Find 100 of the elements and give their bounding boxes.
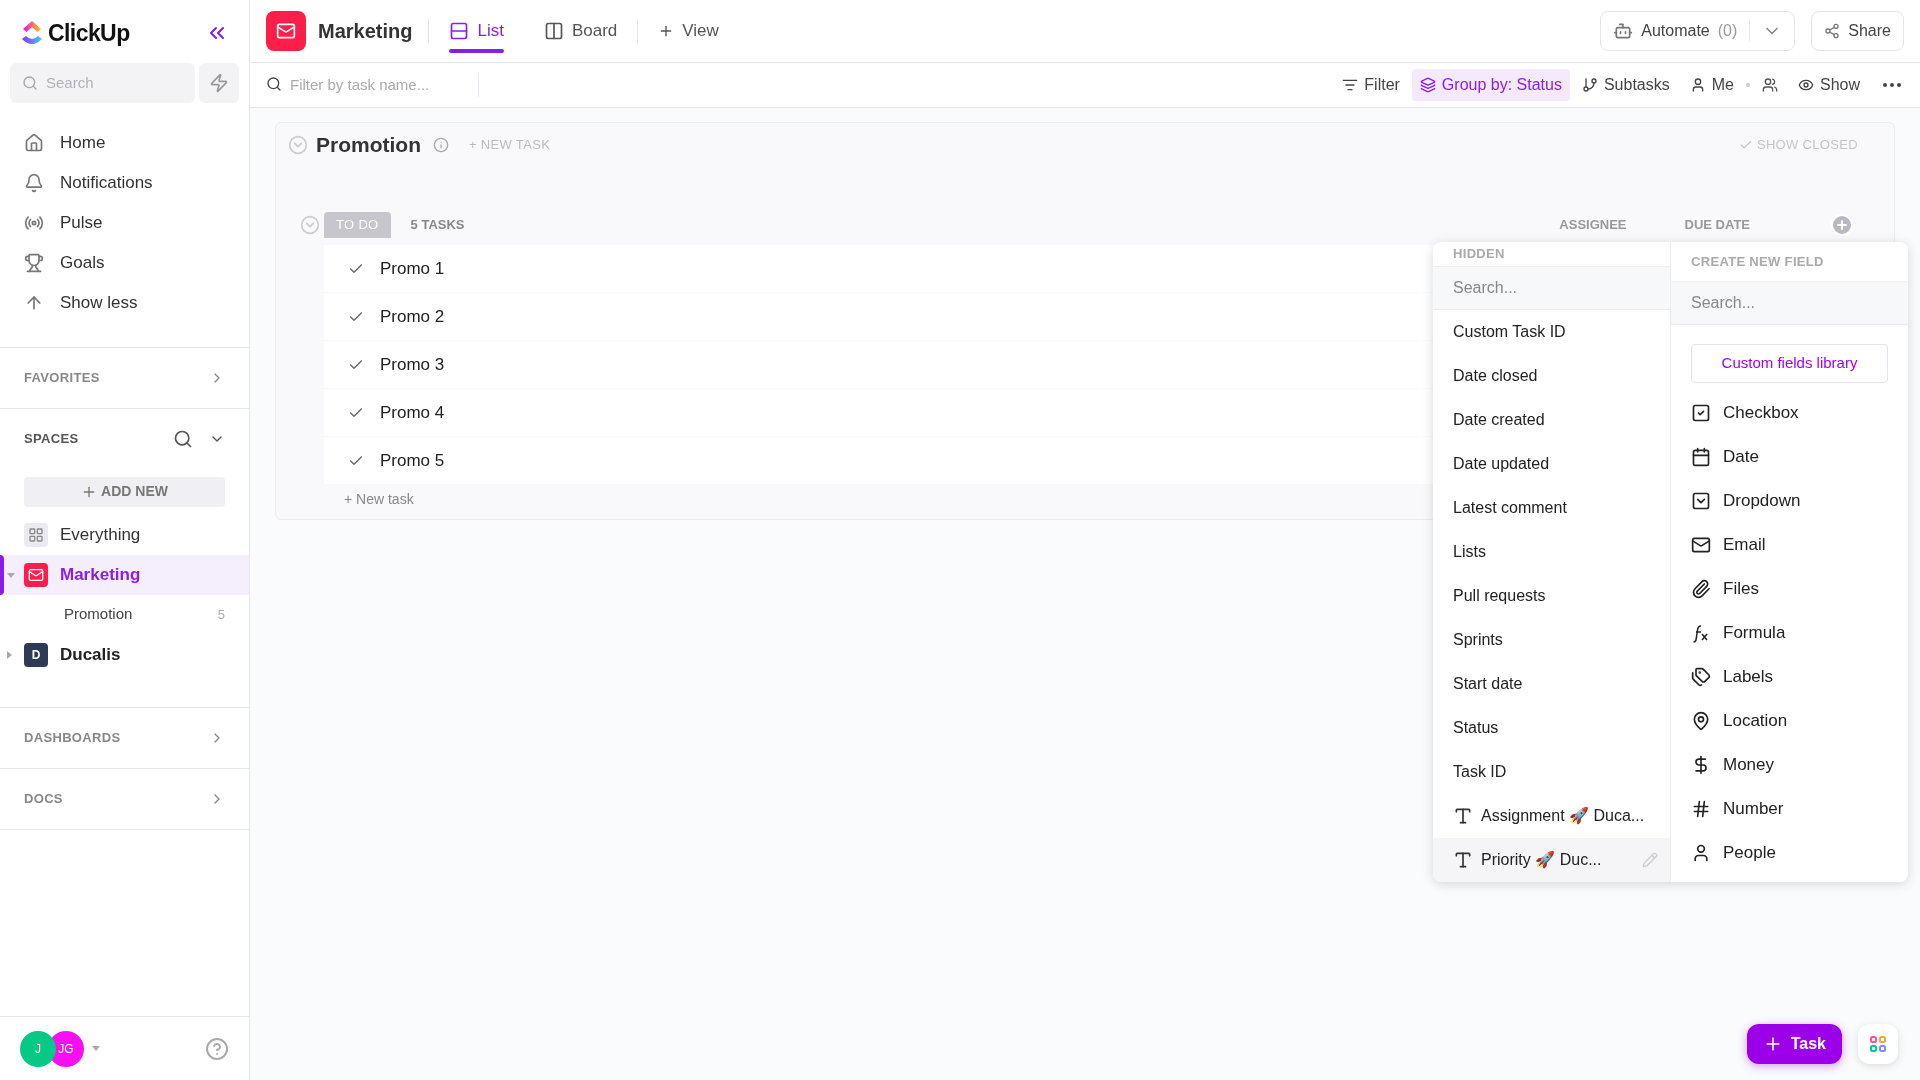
nav-item[interactable]: Goals	[24, 242, 225, 283]
search-field[interactable]: Search...	[1671, 282, 1908, 325]
library-button[interactable]: Custom fields library	[1691, 344, 1888, 383]
column-heading: HIDDEN	[1453, 245, 1505, 264]
field-type-item[interactable]: Files	[1671, 567, 1908, 611]
column-header: DUE DATE	[1684, 216, 1750, 235]
home-icon	[24, 132, 44, 153]
space-avatar: D	[24, 642, 48, 667]
toolbar-button[interactable]: Group by: Status	[1411, 69, 1570, 101]
search-field[interactable]: Search...	[1433, 267, 1670, 310]
share-button[interactable]: Share	[1811, 11, 1904, 51]
add-task-button[interactable]: Task	[1746, 1024, 1842, 1064]
envelope-icon	[24, 562, 48, 587]
field-item[interactable]: Pull requests	[1433, 574, 1670, 618]
task-count: 5 TASKS	[410, 216, 465, 235]
automate-count: (0)	[1717, 21, 1738, 41]
search-icon	[22, 74, 38, 91]
view-tab[interactable]: List	[429, 0, 524, 63]
space-name: Ducalis	[60, 643, 121, 666]
nav-item[interactable]: Pulse	[24, 202, 225, 243]
help-icon[interactable]	[205, 1036, 229, 1061]
field-item[interactable]: Latest comment	[1433, 486, 1670, 530]
add-new-button[interactable]: ADD NEW	[24, 476, 225, 507]
view-tab[interactable]: Board	[523, 0, 638, 63]
field-item[interactable]: Priority 🚀 Duc...	[1433, 838, 1670, 882]
task-name: Promo 1	[380, 257, 445, 280]
field-type-item[interactable]: Labels	[1671, 655, 1908, 699]
field-type-item[interactable]: People	[1671, 831, 1908, 875]
nav-item[interactable]: Home	[24, 122, 225, 163]
eye-icon	[1797, 77, 1814, 93]
search-icon[interactable]	[173, 428, 193, 449]
space-name: Everything	[60, 523, 141, 546]
field-item[interactable]: Lists	[1433, 530, 1670, 574]
bell-icon	[24, 172, 44, 193]
section-heading: DASHBOARDS	[24, 728, 121, 747]
tags-icon	[1691, 667, 1711, 687]
field-item[interactable]: Start date	[1433, 662, 1670, 706]
toolbar-button[interactable]: Me	[1681, 69, 1742, 101]
layers-icon	[1419, 77, 1436, 93]
search-field[interactable]: Search	[10, 62, 195, 103]
trophy-icon	[24, 252, 44, 273]
field-type-item[interactable]: Location	[1671, 699, 1908, 743]
list-item[interactable]: Promotion 5	[0, 594, 249, 635]
field-item[interactable]: Status	[1433, 706, 1670, 750]
robot-icon	[1613, 21, 1634, 41]
space-item[interactable]: Everything	[0, 514, 249, 555]
space-item[interactable]: Marketing	[0, 554, 249, 595]
field-type-item[interactable]: Formula	[1671, 611, 1908, 655]
apps-button[interactable]	[1858, 1024, 1898, 1064]
share-icon	[1824, 23, 1841, 39]
branch-icon	[1581, 77, 1598, 93]
add-column-icon[interactable]	[1830, 213, 1854, 237]
envelope-icon	[266, 11, 306, 51]
list-title: Promotion	[316, 132, 421, 159]
check-icon	[1738, 138, 1753, 152]
people-icon[interactable]	[1761, 77, 1778, 93]
apps-icon	[1870, 1036, 1886, 1052]
task-name: Promo 3	[380, 353, 445, 376]
caret-right-icon[interactable]	[7, 650, 12, 659]
field-type-item[interactable]: Number	[1671, 787, 1908, 831]
logo-text: ClickUp	[48, 19, 130, 48]
nav-item[interactable]: Show less	[24, 282, 225, 323]
location-pin-icon	[1691, 711, 1711, 731]
column-header: ASSIGNEE	[1559, 216, 1627, 235]
field-item[interactable]: Date updated	[1433, 442, 1670, 486]
toolbar-button[interactable]: Subtasks	[1573, 69, 1678, 101]
task-name: Promo 4	[380, 401, 445, 424]
field-type-item[interactable]: Money	[1671, 743, 1908, 787]
filter-field[interactable]: Filter by task name...	[266, 74, 466, 97]
calendar-icon	[1691, 447, 1711, 467]
field-item[interactable]: Task ID	[1433, 750, 1670, 794]
space-item[interactable]: D Ducalis	[0, 634, 249, 675]
nav-item[interactable]: Notifications	[24, 162, 225, 203]
space-name: Marketing	[60, 563, 141, 586]
caret-down-icon[interactable]	[92, 1046, 100, 1051]
new-task-link[interactable]: + New task	[344, 489, 414, 510]
automate-label: Automate	[1641, 21, 1710, 41]
board-icon	[543, 21, 564, 41]
automate-button[interactable]: Automate (0)	[1600, 11, 1796, 51]
quick-action-button[interactable]	[199, 62, 239, 103]
task-name: Promo 2	[380, 305, 445, 328]
toolbar-button[interactable]: Show	[1789, 69, 1868, 101]
grid-icon	[24, 522, 48, 547]
section-heading: FAVORITES	[24, 368, 100, 387]
add-view-button[interactable]: View	[638, 18, 739, 44]
dropdown-icon	[1691, 491, 1711, 511]
filter-icon	[1342, 77, 1359, 93]
field-type-item[interactable]: Email	[1671, 523, 1908, 567]
paperclip-icon	[1691, 579, 1711, 599]
field-item[interactable]: Sprints	[1433, 618, 1670, 662]
toolbar-button[interactable]: Filter	[1334, 69, 1408, 101]
field-item[interactable]: Assignment 🚀 Duca...	[1433, 794, 1670, 838]
info-icon[interactable]	[433, 137, 449, 153]
section-heading: SPACES	[24, 429, 79, 448]
section-heading: DOCS	[24, 789, 63, 808]
caret-down-icon[interactable]	[7, 572, 15, 578]
envelope-icon	[1691, 535, 1711, 555]
person-icon	[1691, 843, 1711, 863]
text-type-icon	[1453, 850, 1473, 870]
status-pill: TO DO	[324, 212, 391, 238]
